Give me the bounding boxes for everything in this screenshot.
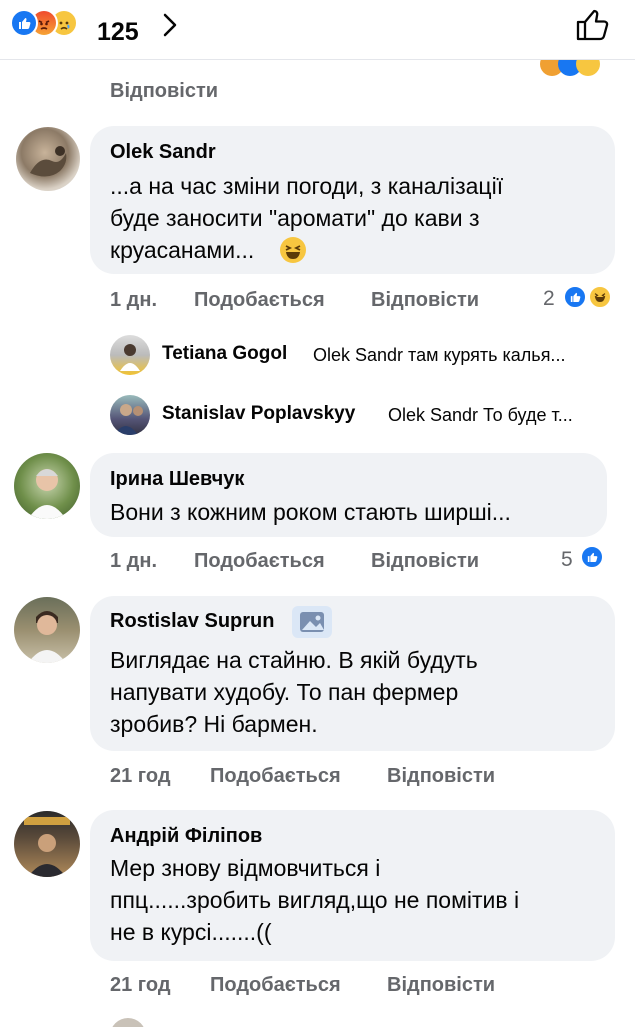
reply-text: Olek Sandr То буде т... bbox=[388, 405, 573, 425]
avatar[interactable] bbox=[14, 811, 80, 877]
reply-preview[interactable]: Tetiana Gogol Olek Sandr там курять каль… bbox=[110, 335, 620, 375]
comment-bubble: Rostislav Suprun Виглядає на стайню. В я… bbox=[90, 596, 615, 751]
comment-bubble: Olek Sandr ...а на час зміни погоди, з к… bbox=[90, 126, 615, 274]
reaction-count[interactable]: 5 bbox=[561, 548, 573, 572]
like-reaction-icon bbox=[563, 285, 587, 309]
reply-button[interactable]: Відповісти bbox=[387, 974, 495, 997]
haha-reaction-icon bbox=[588, 285, 612, 309]
comment-time[interactable]: 1 дн. bbox=[110, 289, 157, 312]
next-comment-avatar bbox=[110, 1018, 146, 1027]
like-button[interactable]: Подобається bbox=[210, 974, 341, 997]
comment-author[interactable]: Ірина Шевчук bbox=[110, 468, 244, 491]
avatar[interactable] bbox=[110, 395, 150, 435]
like-button[interactable]: Подобається bbox=[194, 550, 325, 573]
like-reaction-icon bbox=[580, 545, 604, 569]
comment-bubble: Ірина Шевчук Вони з кожним роком стають … bbox=[90, 453, 607, 537]
reactions-header: 125 bbox=[0, 0, 635, 60]
avatar[interactable] bbox=[14, 597, 80, 663]
like-button[interactable]: Подобається bbox=[194, 289, 325, 312]
comment-text: Вони з кожним роком стають ширші... bbox=[110, 499, 511, 525]
reply-link[interactable]: Відповісти bbox=[110, 80, 218, 103]
comment-time[interactable]: 21 год bbox=[110, 765, 171, 788]
reply-button[interactable]: Відповісти bbox=[387, 765, 495, 788]
laughing-emoji-icon bbox=[280, 237, 306, 263]
chevron-right-icon[interactable] bbox=[162, 13, 178, 37]
avatar[interactable] bbox=[14, 453, 80, 519]
comment-text: Мер знову відмовчиться і ппц......зробит… bbox=[110, 855, 520, 945]
comment-bubble: Андрій Філіпов Мер знову відмовчиться і … bbox=[90, 810, 615, 961]
avatar[interactable] bbox=[110, 335, 150, 375]
reaction-summary[interactable]: 125 bbox=[10, 9, 140, 46]
comment-author[interactable]: Olek Sandr bbox=[110, 141, 216, 164]
comment-time[interactable]: 21 год bbox=[110, 974, 171, 997]
avatar[interactable] bbox=[16, 127, 80, 191]
comment-author[interactable]: Rostislav Suprun bbox=[110, 610, 274, 633]
like-outline-icon[interactable] bbox=[574, 4, 610, 44]
reply-preview[interactable]: Stanislav Poplavskyy Olek Sandr То буде … bbox=[110, 395, 620, 435]
reaction-count[interactable]: 2 bbox=[543, 287, 555, 311]
reply-author[interactable]: Tetiana Gogol bbox=[162, 343, 287, 365]
reply-author[interactable]: Stanislav Poplavskyy bbox=[162, 403, 355, 425]
comment-time[interactable]: 1 дн. bbox=[110, 550, 157, 573]
reply-button[interactable]: Відповісти bbox=[371, 289, 479, 312]
comment-text: Виглядає на стайню. В якій будуть напува… bbox=[110, 647, 478, 737]
image-badge-icon bbox=[292, 606, 332, 638]
reaction-count: 125 bbox=[97, 18, 139, 46]
reply-button[interactable]: Відповісти bbox=[371, 550, 479, 573]
like-reaction-icon bbox=[10, 9, 38, 37]
comment-author[interactable]: Андрій Філіпов bbox=[110, 825, 262, 848]
reply-text: Olek Sandr там курять калья... bbox=[313, 345, 566, 365]
like-button[interactable]: Подобається bbox=[210, 765, 341, 788]
